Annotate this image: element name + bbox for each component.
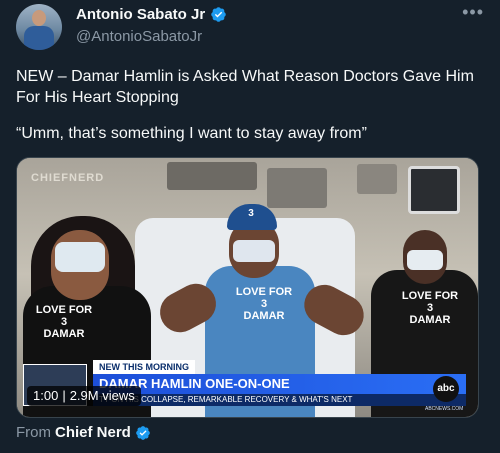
source-attribution: From Chief Nerd	[16, 424, 151, 441]
verified-badge-icon	[136, 425, 150, 440]
news-lower-third: NEW THIS MORNING DAMAR HAMLIN ONE-ON-ONE…	[93, 360, 466, 406]
lower-third-headline: DAMAR HAMLIN ONE-ON-ONE	[93, 374, 466, 394]
shirt-text-right: LOVE FOR 3 DAMAR	[401, 290, 459, 326]
medical-equipment	[267, 168, 327, 208]
video-duration-badge: 1:00 | 2.9M views	[27, 386, 141, 406]
video-player[interactable]: LOVE FOR 3 DAMAR 3 LOVE FOR 3 DAMAR LOVE…	[16, 157, 479, 418]
tweet-text-line: NEW – Damar Hamlin is Asked What Reason …	[16, 68, 474, 106]
video-watermark: CHIEFNERD	[31, 172, 105, 184]
video-views: 2.9M views	[69, 388, 135, 403]
medical-equipment	[357, 164, 397, 194]
cap-number: 3	[248, 208, 254, 219]
badge-divider: |	[62, 388, 66, 403]
medical-monitor	[408, 166, 460, 214]
source-prefix: From	[16, 424, 51, 441]
lower-third-kicker: NEW THIS MORNING	[93, 360, 195, 374]
avatar-figure	[24, 26, 54, 50]
shirt-text-center: LOVE FOR 3 DAMAR	[235, 286, 293, 322]
video-duration: 1:00	[33, 388, 59, 403]
author-name-row: Antonio Sabato Jr	[76, 6, 227, 23]
lower-third-subline: TY ON HIS COLLAPSE, REMARKABLE RECOVERY …	[93, 394, 466, 406]
author-handle[interactable]: @AntonioSabatoJr	[76, 28, 202, 45]
avatar-head	[32, 10, 46, 26]
tweet-quote-line: “Umm, that’s something I want to stay aw…	[16, 125, 367, 142]
author-display-name[interactable]: Antonio Sabato Jr	[76, 6, 205, 23]
medical-equipment	[167, 162, 257, 190]
shirt-text-left: LOVE FOR 3 DAMAR	[35, 304, 93, 340]
network-url: ABCNEWS.COM	[425, 406, 464, 412]
tweet-text: NEW – Damar Hamlin is Asked What Reason …	[16, 66, 486, 159]
author-avatar[interactable]	[16, 4, 62, 50]
verified-badge-icon	[211, 7, 226, 22]
more-horizontal-icon[interactable]: •••	[462, 2, 484, 23]
source-name-link[interactable]: Chief Nerd	[55, 424, 131, 441]
abc-logo-icon: abc	[433, 376, 459, 402]
